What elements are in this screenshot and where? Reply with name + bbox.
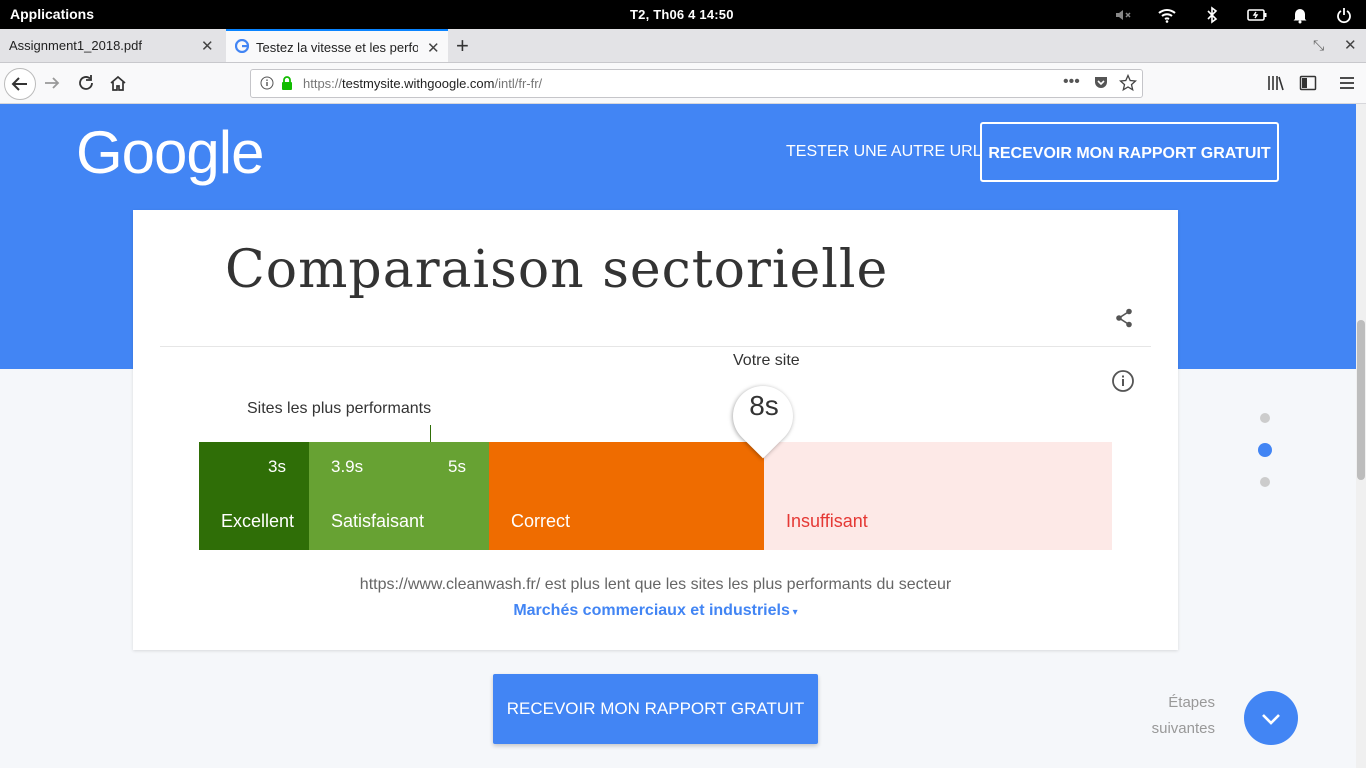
info-icon[interactable] xyxy=(1111,369,1135,398)
page-actions-icon[interactable]: ••• xyxy=(1063,73,1080,91)
sidebar-icon[interactable] xyxy=(1299,74,1317,97)
next-steps-label: Étapes suivantes xyxy=(1140,690,1215,742)
bluetooth-icon[interactable] xyxy=(1203,6,1221,24)
web-page: Google TESTER UNE AUTRE URL RECEVOIR MON… xyxy=(0,104,1356,768)
system-top-bar: Applications T2, Th06 4 14:50 xyxy=(0,0,1366,29)
your-site-label: Votre site xyxy=(733,352,800,369)
restore-window-icon[interactable]: ⤡ xyxy=(1313,37,1324,54)
reload-icon[interactable] xyxy=(76,73,96,98)
comparison-card: Comparaison sectorielle Votre site Sites… xyxy=(133,210,1178,650)
site-info-icon[interactable] xyxy=(260,76,274,95)
sector-dropdown[interactable]: Marchés commerciaux et industriels ▾ xyxy=(133,602,1178,620)
browser-tab-bar: Assignment1_2018.pdf ✕ Testez la vitesse… xyxy=(0,29,1366,63)
google-logo[interactable]: Google xyxy=(76,118,264,187)
tick-label: 3.9s xyxy=(331,457,364,476)
comparison-message: https://www.cleanwash.fr/ est plus lent … xyxy=(359,576,952,593)
bookmark-star-icon[interactable] xyxy=(1118,73,1138,97)
notifications-bell-icon[interactable] xyxy=(1291,6,1309,24)
pager-dot-2-active[interactable] xyxy=(1258,443,1272,457)
close-tab-icon[interactable]: ✕ xyxy=(427,39,440,57)
segment-label: Excellent xyxy=(221,511,295,531)
tick-label: 5s xyxy=(448,457,466,476)
test-another-url-link[interactable]: TESTER UNE AUTRE URL xyxy=(786,143,982,161)
next-steps-line2: suivantes xyxy=(1151,720,1215,737)
chevron-down-icon xyxy=(1262,714,1280,725)
next-step-button[interactable] xyxy=(1244,691,1298,745)
url-bar[interactable]: https://testmysite.withgoogle.com/intl/f… xyxy=(250,69,1143,98)
top-performers-label: Sites les plus performants xyxy=(247,400,432,417)
your-site-value: 8s xyxy=(749,390,779,421)
hamburger-menu-icon[interactable] xyxy=(1338,74,1356,97)
top-performers-marker xyxy=(430,425,431,442)
battery-icon[interactable] xyxy=(1247,6,1267,24)
power-icon[interactable] xyxy=(1335,6,1353,24)
segment-satisfaisant: 3.9s 5s Satisfaisant xyxy=(309,442,489,550)
back-button[interactable] xyxy=(4,68,36,100)
segment-insuffisant: Insuffisant xyxy=(764,442,1112,550)
segment-label: Insuffisant xyxy=(786,511,868,531)
segment-label: Correct xyxy=(511,511,571,531)
page-title: Comparaison sectorielle xyxy=(225,240,889,300)
pager-dot-1[interactable] xyxy=(1260,413,1270,423)
tab-label: Testez la vitesse et les perfor xyxy=(256,40,418,55)
tick-label: 3s xyxy=(268,457,286,476)
system-clock[interactable]: T2, Th06 4 14:50 xyxy=(630,7,734,22)
url-text: https://testmysite.withgoogle.com/intl/f… xyxy=(303,76,543,91)
close-window-icon[interactable]: ✕ xyxy=(1344,36,1357,54)
new-tab-icon[interactable]: + xyxy=(456,33,469,59)
pocket-icon[interactable] xyxy=(1093,75,1109,96)
scrollbar-thumb[interactable] xyxy=(1357,320,1365,480)
navigation-toolbar: https://testmysite.withgoogle.com/intl/f… xyxy=(0,63,1366,104)
next-steps-line1: Étapes xyxy=(1168,694,1215,711)
tab-assignment-pdf[interactable]: Assignment1_2018.pdf ✕ xyxy=(0,29,225,62)
tab-label: Assignment1_2018.pdf xyxy=(9,38,142,53)
forward-icon[interactable] xyxy=(42,73,62,98)
segment-correct: Correct xyxy=(489,442,764,550)
get-free-report-bottom-button[interactable]: RECEVOIR MON RAPPORT GRATUIT xyxy=(493,674,818,744)
get-free-report-button[interactable]: RECEVOIR MON RAPPORT GRATUIT xyxy=(980,122,1279,182)
library-icon[interactable] xyxy=(1267,74,1285,97)
home-icon[interactable] xyxy=(108,73,128,98)
share-icon[interactable] xyxy=(1115,308,1133,333)
caret-down-icon: ▾ xyxy=(789,607,798,618)
pager-dot-3[interactable] xyxy=(1260,477,1270,487)
applications-menu[interactable]: Applications xyxy=(10,6,94,22)
sector-label: Marchés commerciaux et industriels xyxy=(513,602,790,619)
close-tab-icon[interactable]: ✕ xyxy=(201,37,214,55)
tab-testmysite[interactable]: Testez la vitesse et les perfor ✕ xyxy=(226,29,448,62)
wifi-icon[interactable] xyxy=(1158,6,1176,24)
segment-label: Satisfaisant xyxy=(331,511,425,531)
segment-excellent: 3s Excellent xyxy=(199,442,309,550)
secure-lock-icon xyxy=(280,75,294,96)
divider xyxy=(160,346,1151,347)
volume-muted-icon[interactable] xyxy=(1114,6,1132,24)
google-favicon-icon xyxy=(234,38,250,56)
